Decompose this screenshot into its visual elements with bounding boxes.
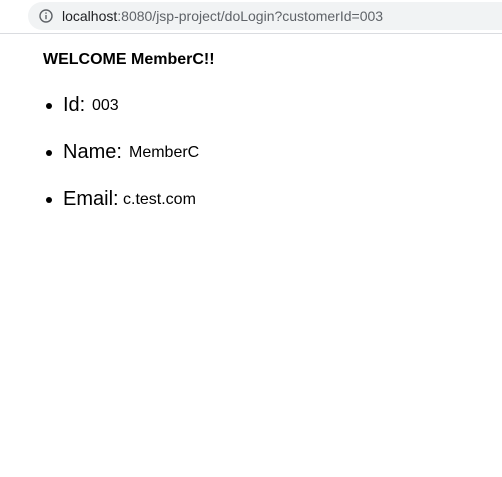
welcome-heading: WELCOME MemberC!! — [43, 51, 215, 68]
info-icon[interactable] — [39, 9, 53, 23]
email-value: c.test.com — [123, 191, 196, 208]
id-label: Id: — [63, 94, 86, 116]
bullet-icon — [46, 150, 52, 156]
url-path: :8080/jsp-project/doLogin?customerId=003 — [117, 8, 384, 24]
email-label: Email: — [63, 188, 119, 210]
name-value: MemberC — [129, 144, 200, 161]
url-text[interactable]: localhost:8080/jsp-project/doLogin?custo… — [62, 8, 383, 24]
id-value: 003 — [92, 97, 119, 114]
bullet-icon — [46, 103, 52, 109]
url-host: localhost — [62, 8, 118, 24]
address-bar: localhost:8080/jsp-project/doLogin?custo… — [0, 0, 502, 34]
omnibox[interactable]: localhost:8080/jsp-project/doLogin?custo… — [28, 2, 502, 30]
bullet-icon — [46, 197, 52, 203]
name-label: Name: — [63, 141, 122, 163]
